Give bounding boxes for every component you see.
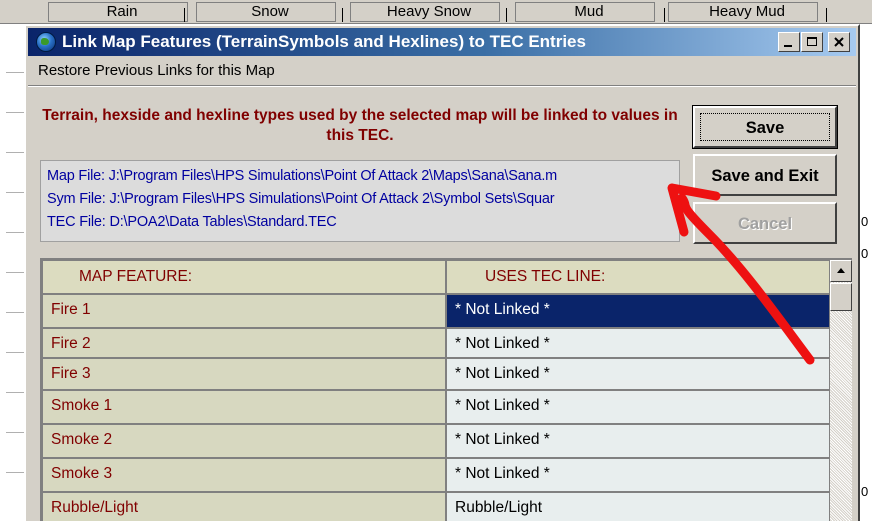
scrollbar-thumb[interactable] — [830, 283, 852, 311]
close-button[interactable] — [828, 32, 850, 52]
link-map-features-dialog: Link Map Features (TerrainSymbols and He… — [24, 24, 860, 521]
tec-line-cell[interactable]: * Not Linked * — [446, 458, 830, 492]
tec-line-cell[interactable]: * Not Linked * — [446, 294, 830, 328]
bg-header-separator — [342, 8, 343, 22]
background-column-header-bar: Rain Snow Heavy Snow Mud Heavy Mud — [0, 0, 872, 24]
column-header-map-feature[interactable]: MAP FEATURE: — [42, 260, 446, 294]
bg-header-separator — [826, 8, 827, 22]
bg-header-rain: Rain — [48, 2, 188, 22]
map-feature-cell[interactable]: Smoke 3 — [42, 458, 446, 492]
background-right-pane: 0 0 0 — [860, 24, 872, 521]
bg-gridline — [6, 192, 24, 193]
tec-line-cell[interactable]: * Not Linked * — [446, 358, 830, 390]
cancel-button[interactable]: Cancel — [693, 202, 837, 244]
tec-line-cell[interactable]: * Not Linked * — [446, 424, 830, 458]
tec-line-cell[interactable]: * Not Linked * — [446, 328, 830, 358]
bg-gridline — [6, 432, 24, 433]
tec-line-cell[interactable]: Rubble/Light — [446, 492, 830, 521]
bg-gridline — [6, 112, 24, 113]
bg-gridline — [6, 312, 24, 313]
table-row[interactable]: Smoke 3 * Not Linked * — [42, 458, 830, 492]
sym-file-path: Sym File: J:\Program Files\HPS Simulatio… — [47, 191, 555, 207]
bg-cell-value: 0 — [861, 246, 869, 261]
menubar-divider — [28, 85, 856, 87]
table-row[interactable]: Fire 1 * Not Linked * — [42, 294, 830, 328]
bg-header-snow: Snow — [196, 2, 336, 22]
bg-gridline — [6, 72, 24, 73]
focus-rectangle — [700, 113, 830, 141]
table-row[interactable]: Smoke 1 * Not Linked * — [42, 390, 830, 424]
tec-line-cell[interactable]: * Not Linked * — [446, 390, 830, 424]
table-row[interactable]: Smoke 2 * Not Linked * — [42, 424, 830, 458]
arrow-up-icon — [837, 268, 845, 273]
menu-restore-previous-links[interactable]: Restore Previous Links for this Map — [38, 62, 275, 79]
save-and-exit-label: Save and Exit — [711, 167, 819, 185]
bg-header-heavy-mud: Heavy Mud — [668, 2, 818, 22]
feature-link-grid: MAP FEATURE: USES TEC LINE: Fire 1 * Not… — [40, 258, 852, 521]
cancel-label: Cancel — [737, 215, 793, 233]
bg-gridline — [6, 392, 24, 393]
save-and-exit-button[interactable]: Save and Exit — [693, 154, 837, 196]
bg-gridline — [6, 152, 24, 153]
minimize-button[interactable] — [778, 32, 800, 52]
bg-header-mud: Mud — [515, 2, 655, 22]
bg-gridline — [6, 352, 24, 353]
column-header-uses-tec-line[interactable]: USES TEC LINE: — [446, 260, 830, 294]
map-feature-cell[interactable]: Smoke 1 — [42, 390, 446, 424]
dialog-titlebar[interactable]: Link Map Features (TerrainSymbols and He… — [28, 28, 856, 56]
grid-vertical-scrollbar[interactable] — [830, 260, 852, 521]
bg-gridline — [6, 272, 24, 273]
close-icon — [834, 37, 844, 47]
tec-file-path: TEC File: D:\POA2\Data Tables\Standard.T… — [47, 214, 337, 230]
bg-cell-value: 0 — [861, 214, 869, 229]
table-row[interactable]: Fire 3 * Not Linked * — [42, 358, 830, 390]
bg-gridline — [6, 232, 24, 233]
bg-header-heavy-snow: Heavy Snow — [350, 2, 500, 22]
dialog-title: Link Map Features (TerrainSymbols and He… — [62, 32, 586, 51]
table-row[interactable]: Rubble/Light Rubble/Light — [42, 492, 830, 521]
dialog-menubar: Restore Previous Links for this Map — [28, 58, 856, 84]
map-feature-cell[interactable]: Smoke 2 — [42, 424, 446, 458]
grid-header: MAP FEATURE: USES TEC LINE: — [42, 260, 830, 294]
map-feature-cell[interactable]: Fire 1 — [42, 294, 446, 328]
info-message: Terrain, hexside and hexline types used … — [42, 107, 678, 144]
globe-icon[interactable] — [36, 32, 56, 52]
minimize-icon — [784, 45, 792, 47]
map-feature-cell[interactable]: Rubble/Light — [42, 492, 446, 521]
bg-header-separator — [184, 8, 185, 22]
table-row[interactable]: Fire 2 * Not Linked * — [42, 328, 830, 358]
map-feature-cell[interactable]: Fire 2 — [42, 328, 446, 358]
file-paths-panel: Map File: J:\Program Files\HPS Simulatio… — [40, 160, 680, 242]
map-file-path: Map File: J:\Program Files\HPS Simulatio… — [47, 168, 558, 184]
bg-gridline — [6, 472, 24, 473]
bg-cell-value: 0 — [861, 484, 869, 499]
bg-header-separator — [664, 8, 665, 22]
bg-header-separator — [506, 8, 507, 22]
scroll-up-button[interactable] — [830, 260, 852, 282]
map-feature-cell[interactable]: Fire 3 — [42, 358, 446, 390]
save-button[interactable]: Save — [692, 105, 838, 149]
maximize-icon — [807, 37, 817, 46]
maximize-button[interactable] — [801, 32, 823, 52]
